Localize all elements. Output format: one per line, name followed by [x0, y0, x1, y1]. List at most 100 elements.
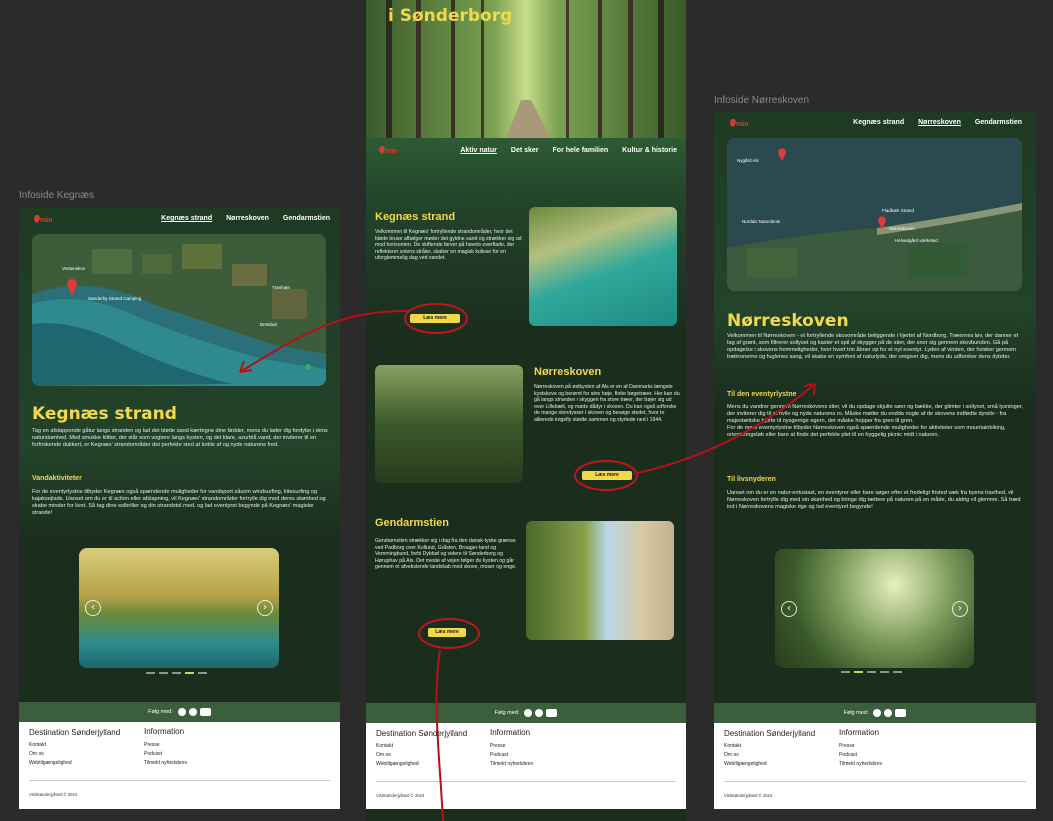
svg-text:Nordals Naturskole: Nordals Naturskole — [742, 219, 781, 224]
svg-text:Bretsbøl: Bretsbøl — [260, 322, 277, 327]
follow-bar: Følg med: — [19, 702, 340, 722]
nav-familien[interactable]: For hele familien — [553, 147, 609, 154]
section-heading-livsnyder: Til livsnyderen — [727, 476, 776, 483]
footer-link-webtilgaengelighed[interactable]: Webtilgængelighed — [376, 761, 419, 767]
footer-col1-heading: Destination Sønderjylland — [724, 729, 816, 738]
section-text-norreskoven: Nørreskoven på østkysten af Als er en af… — [534, 384, 680, 423]
footer-link-kontakt[interactable]: Kontakt — [376, 743, 393, 749]
intro-text: Tag en afslappende gåtur langs stranden … — [32, 428, 328, 448]
highlight-ring — [418, 618, 480, 649]
footer-link-podcast[interactable]: Podcast — [490, 752, 508, 758]
footer-link-presse[interactable]: Presse — [144, 742, 160, 748]
nav-gendarmstien[interactable]: Gendarmstien — [283, 215, 330, 222]
nav-norreskoven[interactable]: Nørreskoven — [918, 119, 961, 126]
section-title-gendarmstien: Gendarmstien — [375, 517, 449, 529]
section-title-norreskoven: Nørreskoven — [534, 366, 602, 378]
youtube-icon[interactable] — [546, 709, 558, 717]
nav-norreskoven[interactable]: Nørreskoven — [226, 215, 269, 222]
facebook-icon[interactable] — [873, 709, 882, 717]
nav-det-sker[interactable]: Det sker — [511, 147, 539, 154]
brand-logo[interactable]: min — [31, 213, 53, 227]
brand-logo[interactable]: min — [727, 117, 749, 131]
frame-label-kegnaes: Infoside Kegnæs — [19, 190, 95, 201]
instagram-icon[interactable] — [884, 709, 893, 717]
svg-text:Vestenskov: Vestenskov — [62, 266, 86, 271]
carousel-dots[interactable] — [841, 671, 902, 673]
footer-link-kontakt[interactable]: Kontakt — [724, 743, 741, 749]
footer-link-presse[interactable]: Presse — [839, 743, 855, 749]
page-title: Kegnæs strand — [32, 404, 177, 424]
intro-text: Velkommen til Nørreskoven - et fortrylle… — [727, 333, 1019, 360]
svg-text:min: min — [736, 121, 748, 128]
footer-col2-heading: Information — [144, 727, 185, 736]
nav-aktiv-natur[interactable]: Aktiv natur — [460, 147, 497, 154]
carousel-next-button[interactable]: › — [952, 600, 968, 617]
footer-col2-heading: Information — [839, 728, 880, 737]
footer-link-podcast[interactable]: Podcast — [144, 751, 162, 757]
footer-link-webtilgaengelighed[interactable]: Webtilgængelighed — [29, 760, 72, 766]
svg-text:min: min — [385, 148, 397, 155]
footer-link-webtilgaengelighed[interactable]: Webtilgængelighed — [724, 761, 767, 767]
instagram-icon[interactable] — [188, 708, 197, 716]
follow-bar: Følg med: — [366, 703, 686, 723]
footer-link-om-os[interactable]: Om os — [724, 752, 739, 758]
section-text-kegnaes: Velkommen til Kegnæs' fortryllende stran… — [375, 229, 522, 261]
svg-text:Tranhøje: Tranhøje — [272, 285, 290, 290]
copyright: VisitSønderjylland © 2024 — [376, 793, 425, 798]
follow-label: Følg med: — [843, 710, 869, 716]
footer-link-om-os[interactable]: Om os — [376, 752, 391, 758]
footer-link-nyhedsbrev[interactable]: Tilmeld nyhedsbrev — [839, 761, 882, 767]
norreskoven-map[interactable]: Nygård Als Nordals Naturskole Fladbæk St… — [727, 138, 1022, 291]
facebook-icon[interactable] — [524, 709, 533, 717]
footer-link-nyhedsbrev[interactable]: Tilmeld nyhedsbrev — [490, 761, 533, 767]
frame-label-norreskoven: Infoside Nørreskoven — [714, 95, 810, 106]
facebook-icon[interactable] — [177, 708, 186, 716]
nav-kegnaes[interactable]: Kegnæs strand — [853, 119, 904, 126]
footer-divider — [29, 780, 330, 781]
kegnaes-map[interactable]: Sønderby Strand Camping Tranhøje Bretsbø… — [32, 234, 326, 386]
svg-text:Fladbæk Strand: Fladbæk Strand — [882, 208, 915, 213]
follow-label: Følg med: — [494, 710, 520, 716]
carousel-dots[interactable] — [146, 672, 207, 674]
footer-link-presse[interactable]: Presse — [490, 743, 506, 749]
kegnaes-page: min Kegnæs strand Nørreskoven Gendarmsti… — [19, 208, 340, 809]
youtube-icon[interactable] — [199, 708, 211, 716]
footer-divider — [376, 781, 676, 782]
footer: Destination Sønderjylland Information Ko… — [714, 723, 1036, 809]
nav-kegnaes[interactable]: Kegnæs strand — [161, 215, 212, 222]
footer-divider — [724, 781, 1026, 782]
brand-logo[interactable]: min — [376, 144, 398, 158]
svg-text:Nygård Als: Nygård Als — [737, 157, 760, 163]
carousel-next-button[interactable]: › — [257, 600, 273, 616]
section-text-eventyr: Mens du vandrer gennem Nørreskovens stie… — [727, 404, 1023, 438]
main-nav: Aktiv natur Det sker For hele familien K… — [460, 147, 677, 154]
image-carousel[interactable]: ‹ › — [775, 549, 974, 668]
sonderborg-page: i Sønderborg min Aktiv natur Det sker Fo… — [366, 0, 686, 821]
svg-text:Nørreskoven: Nørreskoven — [889, 226, 915, 231]
norreskoven-page: min Kegnæs strand Nørreskoven Gendarmsti… — [714, 112, 1036, 809]
svg-text:min: min — [40, 217, 52, 224]
highlight-ring — [404, 303, 468, 334]
carousel-prev-button[interactable]: ‹ — [85, 600, 101, 616]
section-text-gendarmstien: Gendarmstien strækker sig i dag fra den … — [375, 538, 517, 570]
instagram-icon[interactable] — [535, 709, 544, 717]
copyright: VisitSønderjylland © 2024 — [29, 792, 78, 797]
highlight-ring — [574, 460, 638, 491]
youtube-icon[interactable] — [895, 709, 907, 717]
footer-link-kontakt[interactable]: Kontakt — [29, 742, 46, 748]
footer-link-nyhedsbrev[interactable]: Tilmeld nyhedsbrev — [144, 760, 187, 766]
nav-gendarmstien[interactable]: Gendarmstien — [975, 119, 1022, 126]
footer: Destination Sønderjylland Information Ko… — [366, 723, 686, 809]
footer: Destination Sønderjylland Information Ko… — [19, 722, 340, 809]
copyright: VisitSønderjylland © 2024 — [724, 793, 773, 798]
footer-link-om-os[interactable]: Om os — [29, 751, 44, 757]
carousel-prev-button[interactable]: ‹ — [781, 600, 797, 617]
hero-title: i Sønderborg — [388, 6, 513, 26]
image-carousel[interactable]: ‹ › — [79, 548, 279, 668]
footer-link-podcast[interactable]: Podcast — [839, 752, 857, 758]
nav-kultur[interactable]: Kultur & historie — [622, 147, 677, 154]
section-title-kegnaes: Kegnæs strand — [375, 211, 456, 223]
hero-image: i Sønderborg — [366, 0, 686, 138]
follow-bar: Følg med: — [714, 703, 1036, 723]
svg-text:Helvedgård værksted: Helvedgård værksted — [895, 237, 938, 243]
